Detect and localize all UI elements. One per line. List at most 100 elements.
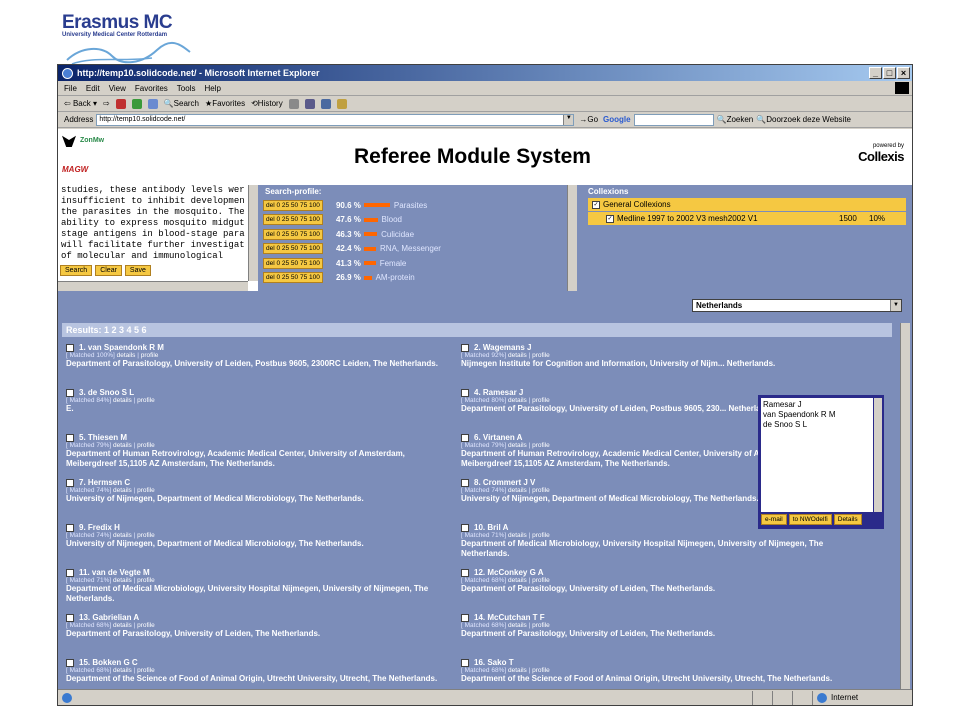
result-name[interactable]: 7. Hermsen C (79, 478, 130, 487)
result-name[interactable]: 16. Sako T (474, 658, 514, 667)
profile-link[interactable]: profile (532, 487, 550, 494)
favorites-button[interactable]: ★Favorites (205, 99, 245, 108)
details-link[interactable]: details (113, 622, 132, 629)
profile-link[interactable]: profile (137, 397, 155, 404)
menu-edit[interactable]: Edit (86, 84, 100, 93)
result-checkbox[interactable] (461, 343, 469, 352)
details-link[interactable]: details (113, 532, 132, 539)
details-link[interactable]: details (508, 622, 527, 629)
result-name[interactable]: 12. McConkey G A (474, 568, 544, 577)
profile-link[interactable]: profile (532, 352, 550, 359)
edit-icon[interactable] (320, 98, 331, 109)
result-checkbox[interactable] (461, 433, 469, 442)
result-checkbox[interactable] (461, 523, 469, 532)
query-vscroll[interactable] (248, 185, 258, 281)
history-button[interactable]: ⟲History (251, 99, 283, 108)
result-checkbox[interactable] (66, 568, 74, 577)
maximize-button[interactable]: □ (883, 67, 896, 79)
home-icon[interactable] (147, 98, 158, 109)
profile-weight-buttons[interactable]: del 0 25 50 75 100 (263, 243, 323, 255)
result-name[interactable]: 3. de Snoo S L (79, 388, 134, 397)
profile-weight-buttons[interactable]: del 0 25 50 75 100 (263, 199, 323, 211)
result-name[interactable]: 11. van de Vegte M (79, 568, 150, 577)
search-query-button[interactable]: Search (60, 265, 93, 276)
profile-link[interactable]: profile (532, 667, 550, 674)
minimize-button[interactable]: _ (869, 67, 882, 79)
mail-icon[interactable] (288, 98, 299, 109)
result-name[interactable]: 4. Ramesar J (474, 388, 523, 397)
collexion-medline[interactable]: ✓ Medline 1997 to 2002 V3 mesh2002 V1 15… (588, 212, 906, 225)
result-name[interactable]: 5. Thiesen M (79, 433, 127, 442)
discuss-icon[interactable] (336, 98, 347, 109)
menu-tools[interactable]: Tools (177, 84, 196, 93)
result-checkbox[interactable] (461, 658, 469, 667)
result-name[interactable]: 2. Wagemans J (474, 343, 532, 352)
clear-button[interactable]: Clear (95, 265, 122, 276)
result-checkbox[interactable] (461, 568, 469, 577)
menu-file[interactable]: File (64, 84, 77, 93)
result-checkbox[interactable] (66, 433, 74, 442)
save-button[interactable]: Save (124, 265, 151, 276)
selection-list[interactable]: Ramesar J van Spaendonk R M de Snoo S L (761, 398, 873, 512)
go-button[interactable]: →Go (577, 115, 600, 124)
print-icon[interactable] (304, 98, 315, 109)
details-link[interactable]: details (113, 442, 132, 449)
details-link[interactable]: details (113, 577, 132, 584)
forward-icon[interactable]: ⇨ (103, 99, 110, 108)
result-name[interactable]: 14. McCutchan T F (474, 613, 545, 622)
menu-favorites[interactable]: Favorites (135, 84, 168, 93)
details-link[interactable]: details (113, 667, 132, 674)
details-link[interactable]: details (508, 352, 527, 359)
selection-vscroll[interactable] (874, 398, 882, 512)
profile-link[interactable]: profile (532, 397, 550, 404)
medline-checkbox[interactable]: ✓ (606, 214, 614, 223)
general-checkbox[interactable]: ✓ (592, 200, 600, 209)
result-checkbox[interactable]: ✓ (461, 388, 469, 397)
profile-link[interactable]: profile (137, 532, 155, 539)
doorzoek-button[interactable]: 🔍Doorzoek deze Website (756, 115, 851, 124)
details-link[interactable]: details (508, 532, 527, 539)
result-name[interactable]: 1. van Spaendonk R M (79, 343, 164, 352)
selection-item[interactable]: Ramesar J (763, 400, 871, 410)
to-nwodelfi-button[interactable]: to NWOdelfi (788, 514, 832, 525)
profile-link[interactable]: profile (137, 622, 155, 629)
close-button[interactable]: × (897, 67, 910, 79)
profile-link[interactable]: profile (137, 667, 155, 674)
details-link[interactable]: details (117, 352, 136, 359)
results-vscroll[interactable] (900, 323, 910, 689)
profile-weight-buttons[interactable]: del 0 25 50 75 100 (263, 214, 323, 226)
details-button[interactable]: Details (833, 514, 862, 525)
country-select[interactable]: Netherlands ▼ (692, 299, 902, 312)
address-dropdown-icon[interactable]: ▼ (563, 114, 574, 125)
profile-link[interactable]: profile (532, 622, 550, 629)
selection-item[interactable]: van Spaendonk R M (763, 410, 871, 420)
back-button[interactable]: ⇦ Back ▾ (64, 99, 97, 108)
results-header[interactable]: Results: 1 2 3 4 5 6 (62, 323, 892, 337)
email-button[interactable]: e-mail (761, 514, 787, 525)
result-name[interactable]: 15. Bokken G C (79, 658, 138, 667)
profile-link[interactable]: profile (532, 442, 550, 449)
menu-help[interactable]: Help (204, 84, 220, 93)
details-link[interactable]: details (508, 667, 527, 674)
result-name[interactable]: 10. Bril A (474, 523, 508, 532)
details-link[interactable]: details (508, 487, 527, 494)
result-name[interactable]: 13. Gabrielian A (79, 613, 139, 622)
result-name[interactable]: 8. Crommert J V (474, 478, 535, 487)
result-checkbox[interactable] (461, 478, 469, 487)
query-textarea[interactable]: studies, these antibody levels wer insuf… (61, 185, 247, 265)
query-hscroll[interactable] (58, 281, 248, 291)
result-checkbox[interactable]: ✓ (66, 388, 74, 397)
profile-link[interactable]: profile (137, 442, 155, 449)
profile-link[interactable]: profile (532, 532, 550, 539)
result-checkbox[interactable] (461, 613, 469, 622)
profile-weight-buttons[interactable]: del 0 25 50 75 100 (263, 257, 323, 269)
details-link[interactable]: details (508, 442, 527, 449)
profile-link[interactable]: profile (137, 487, 155, 494)
country-dropdown-icon[interactable]: ▼ (890, 300, 901, 311)
profile-link[interactable]: profile (141, 352, 159, 359)
details-link[interactable]: details (508, 397, 527, 404)
profile-link[interactable]: profile (532, 577, 550, 584)
selection-item[interactable]: de Snoo S L (763, 420, 871, 430)
menu-view[interactable]: View (109, 84, 126, 93)
profile-vscroll[interactable] (567, 185, 577, 291)
